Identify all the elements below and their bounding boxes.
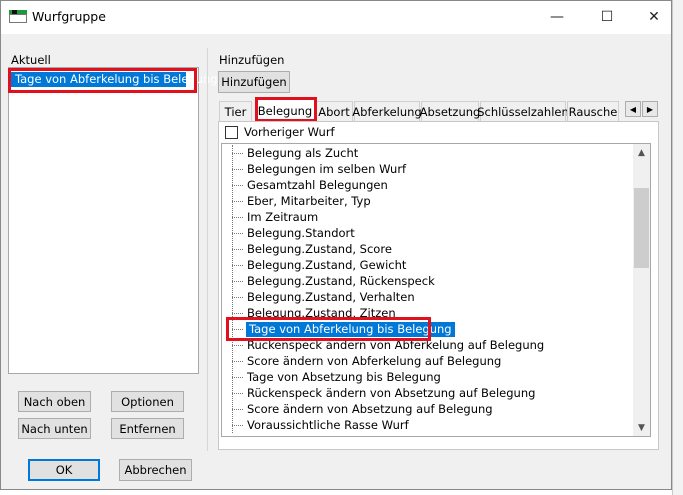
tab-absetzung[interactable]: Absetzung bbox=[420, 101, 480, 121]
remove-button[interactable]: Entfernen bbox=[111, 418, 184, 439]
scroll-down-icon[interactable]: ▼ bbox=[633, 419, 650, 436]
tab-abferkelung[interactable]: Abferkelung bbox=[352, 101, 422, 121]
tab-rausche[interactable]: Rausche bbox=[567, 101, 619, 121]
highlight-annotation-box bbox=[8, 68, 197, 93]
tree-item[interactable]: Score ändern von Absetzung auf Belegung bbox=[232, 401, 494, 417]
highlight-annotation-box bbox=[226, 317, 431, 341]
tree-item[interactable]: Belegung.Zustand, Gewicht bbox=[232, 257, 407, 273]
tree-item[interactable]: Gesamtzahl Belegungen bbox=[232, 177, 389, 193]
scrollbar-thumb[interactable] bbox=[634, 188, 649, 268]
minimize-button[interactable]: — bbox=[534, 1, 580, 33]
window-title: Wurfgruppe bbox=[32, 9, 106, 24]
aktuell-list[interactable] bbox=[8, 67, 199, 374]
ok-button[interactable]: OK bbox=[28, 459, 100, 481]
options-button[interactable]: Optionen bbox=[111, 391, 184, 412]
aktuell-label: Aktuell bbox=[11, 53, 51, 67]
tree-item[interactable]: Eber, Mitarbeiter, Typ bbox=[232, 193, 372, 209]
tab-scroll-right-icon[interactable]: ▶ bbox=[642, 101, 658, 117]
tree-item[interactable]: Belegungen im selben Wurf bbox=[232, 161, 407, 177]
tree-scrollbar[interactable]: ▲ ▼ bbox=[633, 144, 650, 436]
column-divider bbox=[207, 48, 208, 451]
move-up-button[interactable]: Nach oben bbox=[18, 391, 91, 412]
scroll-up-icon[interactable]: ▲ bbox=[633, 144, 650, 161]
close-button[interactable]: ✕ bbox=[631, 1, 677, 33]
tree-item[interactable]: Belegung.Zustand, Verhalten bbox=[232, 289, 416, 305]
tree-item[interactable]: Belegung als Zucht bbox=[232, 145, 359, 161]
tab-tier[interactable]: Tier bbox=[219, 101, 252, 121]
move-down-button[interactable]: Nach unten bbox=[18, 418, 91, 439]
previous-litter-label: Vorheriger Wurf bbox=[244, 125, 335, 139]
cancel-button[interactable]: Abbrechen bbox=[119, 459, 192, 481]
tree-item[interactable]: Belegung.Zustand, Rückenspeck bbox=[232, 273, 436, 289]
previous-litter-checkbox[interactable] bbox=[225, 126, 238, 139]
tree-item[interactable]: Belegung.Standort bbox=[232, 225, 356, 241]
tree-item[interactable]: Im Zeitraum bbox=[232, 209, 319, 225]
tree-item[interactable]: Belegung.Zustand, Score bbox=[232, 241, 393, 257]
tree-item[interactable]: Voraussichtliche Rasse Wurf bbox=[232, 417, 410, 433]
tree-item[interactable]: Tage von Absetzung bis Belegung bbox=[232, 369, 442, 385]
hinzufuegen-label: Hinzufügen bbox=[219, 53, 285, 67]
app-icon bbox=[9, 10, 27, 23]
tree-item[interactable]: Rückenspeck ändern von Absetzung auf Bel… bbox=[232, 385, 536, 401]
highlight-annotation-box bbox=[255, 97, 317, 122]
background-app-edge bbox=[673, 0, 683, 495]
tree-item[interactable]: Score ändern von Abferkelung auf Belegun… bbox=[232, 353, 502, 369]
tab-schluesselzahlen[interactable]: Schlüsselzahlen bbox=[477, 101, 569, 121]
maximize-button[interactable]: ☐ bbox=[584, 1, 630, 33]
background-app-divider bbox=[672, 0, 673, 495]
add-button[interactable]: Hinzufügen bbox=[218, 71, 290, 93]
tab-abort[interactable]: Abort bbox=[315, 101, 353, 121]
tab-scroll-left-icon[interactable]: ◀ bbox=[625, 101, 641, 117]
